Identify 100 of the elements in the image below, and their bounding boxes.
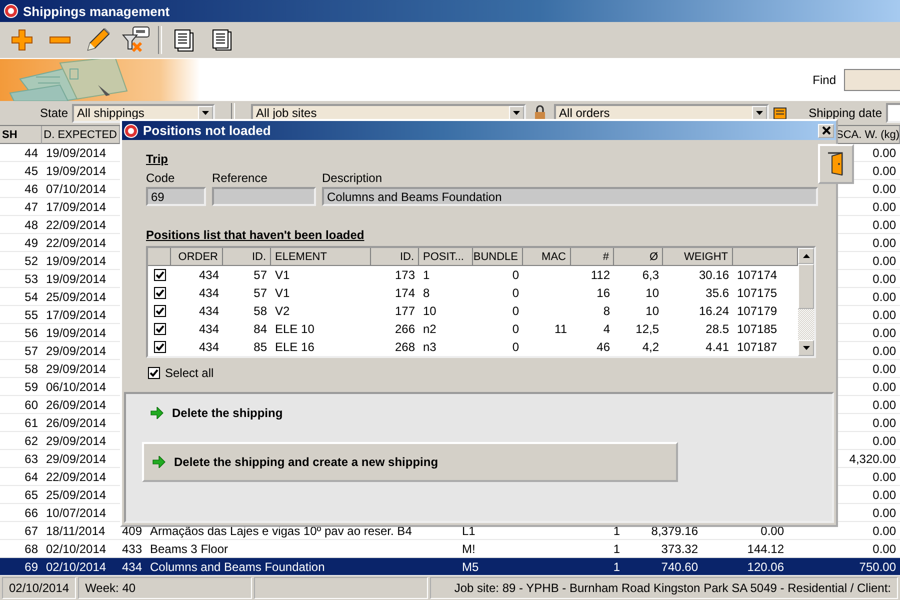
status-date: 02/10/2014: [2, 577, 76, 599]
table-cell-text: 19/09/2014: [45, 144, 108, 161]
table-cell-text: 177: [394, 303, 416, 320]
table-cell-text: 173: [394, 267, 416, 284]
table-cell-text: 48: [24, 216, 39, 233]
state-dropdown[interactable]: All shippings: [72, 104, 216, 122]
table-cell-text: 0.00: [872, 432, 897, 449]
table-cell-text: 0.00: [872, 144, 897, 161]
table-cell-text: 25/09/2014: [45, 288, 108, 305]
code-field[interactable]: 69: [146, 187, 206, 206]
table-cell-text: 49: [24, 234, 39, 251]
table-cell-text: 69: [24, 558, 39, 575]
table-cell-text: ELE 10: [274, 321, 316, 338]
table-cell-text: 59: [24, 378, 39, 395]
table-cell-text: 85: [252, 339, 268, 356]
column-header[interactable]: ELEMENT: [271, 248, 371, 266]
column-header[interactable]: ID.: [371, 248, 419, 266]
exit-button[interactable]: [818, 144, 854, 184]
table-cell-text: 54: [24, 288, 39, 305]
window-title: Shippings management: [23, 4, 170, 18]
table-cell-text: 434: [198, 339, 220, 356]
table-cell-text: 0.00: [872, 414, 897, 431]
table-cell-text: 8: [422, 285, 431, 302]
arrow-icon: [150, 407, 164, 419]
scroll-up-button[interactable]: [798, 248, 814, 264]
table-cell-text: 4.41: [704, 339, 730, 356]
table-cell-text: 58: [24, 360, 39, 377]
table-cell-text: 57: [252, 267, 268, 284]
table-cell-text: 112: [590, 267, 611, 284]
trip-heading: Trip: [146, 152, 170, 166]
table-cell-text: 17/09/2014: [45, 198, 108, 215]
order-icon: [773, 106, 788, 120]
arrow-icon: [152, 456, 166, 468]
table-cell-text: 02/10/2014: [45, 558, 108, 575]
table-cell-text: 433: [120, 540, 143, 557]
column-header[interactable]: POSIT...: [419, 248, 473, 266]
table-cell-text: Beams 3 Floor: [149, 540, 230, 557]
table-cell-text: 64: [24, 468, 39, 485]
scrollbar-thumb[interactable]: [798, 264, 814, 309]
table-cell-text: 10/07/2014: [45, 504, 108, 521]
table-cell-text: 60: [24, 396, 39, 413]
column-header[interactable]: ID.: [223, 248, 271, 266]
table-cell-text: 0.00: [872, 180, 897, 197]
table-cell-text: 29/09/2014: [45, 450, 108, 467]
table-cell-text: 28.5: [704, 321, 730, 338]
delete-and-create-button[interactable]: Delete the shipping and create a new shipping: [142, 442, 678, 482]
column-header[interactable]: MAC: [523, 248, 571, 266]
documents-icon: [173, 28, 195, 52]
close-button[interactable]: [818, 124, 834, 138]
table-cell-text: 107187: [736, 339, 778, 356]
checkbox[interactable]: [148, 367, 160, 379]
checkbox[interactable]: [154, 305, 166, 317]
table-cell-text: 0.00: [872, 468, 897, 485]
table-cell-text: 57: [252, 285, 268, 302]
table-cell-text: 02/10/2014: [45, 540, 108, 557]
table-cell-text: L1: [461, 522, 476, 539]
table-cell-text: 10: [422, 303, 438, 320]
table-cell-text: 0: [511, 303, 520, 320]
checkbox[interactable]: [154, 341, 166, 353]
find-field[interactable]: [844, 69, 900, 91]
checkbox[interactable]: [154, 269, 166, 281]
table-cell-text: 0.00: [872, 396, 897, 413]
table-cell-text: 0.00: [872, 306, 897, 323]
close-icon: [822, 126, 830, 135]
table-cell-text: 0: [511, 267, 520, 284]
column-header[interactable]: #: [571, 248, 614, 266]
select-all-label: Select all: [165, 366, 214, 380]
table-cell-text: M5: [461, 558, 480, 575]
caret-up-icon: [802, 254, 810, 258]
table-cell-text: 0.00: [872, 234, 897, 251]
table-cell-text: 107179: [736, 303, 778, 320]
column-header[interactable]: WEIGHT: [663, 248, 733, 266]
caret-icon: [802, 346, 810, 350]
table-cell-text: 52: [24, 252, 39, 269]
delete-shipping-action[interactable]: Delete the shipping: [142, 406, 283, 420]
table-cell-text: 0.00: [872, 216, 897, 233]
filter-clear-icon: [121, 25, 151, 55]
column-header[interactable]: ORDER: [171, 248, 223, 266]
scroll-down-button[interactable]: [798, 340, 814, 356]
table-cell-text: n2: [422, 321, 438, 338]
table-cell-text: 1: [422, 267, 431, 284]
table-cell-text: 0.00: [872, 270, 897, 287]
table-cell-text: 67: [24, 522, 39, 539]
column-header[interactable]: Ø: [614, 248, 663, 266]
table-cell-text: 84: [252, 321, 268, 338]
checkbox[interactable]: [154, 323, 166, 335]
description-label: Description: [322, 171, 384, 185]
reference-field[interactable]: [212, 187, 316, 206]
table-cell-text: 4,320.00: [848, 450, 897, 467]
table-cell-text: 55: [24, 306, 39, 323]
checkbox[interactable]: [154, 287, 166, 299]
table-cell-text: 0.00: [872, 522, 897, 539]
table-cell-text: 1: [612, 540, 621, 557]
table-cell-text: V2: [274, 303, 291, 320]
table-cell-text: 0: [511, 321, 520, 338]
column-header[interactable]: BUNDLE: [473, 248, 523, 266]
lock-icon: [534, 105, 546, 121]
table-cell-text: 53: [24, 270, 39, 287]
table-cell-text: 8,379.16: [650, 522, 699, 539]
description-field[interactable]: Columns and Beams Foundation: [322, 187, 818, 206]
